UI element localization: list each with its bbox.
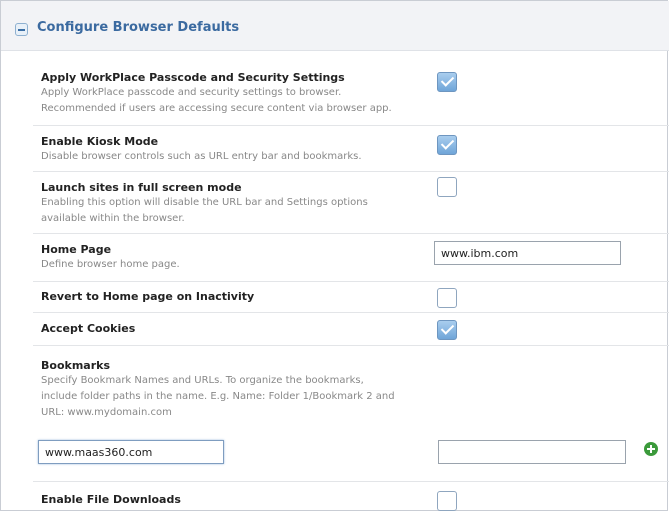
revert-checkbox[interactable]	[437, 288, 457, 308]
bookmark-name-input[interactable]	[438, 440, 626, 464]
panel-title: Configure Browser Defaults	[37, 20, 240, 35]
divider	[33, 312, 669, 313]
downloads-checkbox[interactable]	[437, 491, 457, 511]
divider	[33, 481, 669, 482]
bookmarks-setting-desc: Specify Bookmark Names and URLs. To orga…	[41, 375, 395, 418]
fullscreen-setting-desc: Enabling this option will disable the UR…	[41, 197, 368, 224]
passcode-checkbox[interactable]	[437, 72, 457, 92]
homepage-setting-desc: Define browser home page.	[41, 259, 180, 270]
panel-header[interactable]: Configure Browser Defaults	[1, 1, 669, 51]
kiosk-setting-title: Enable Kiosk Mode	[41, 135, 159, 148]
kiosk-checkbox[interactable]	[437, 135, 457, 155]
divider	[33, 345, 669, 346]
cookies-setting-title: Accept Cookies	[41, 322, 136, 335]
bookmark-url-input[interactable]	[38, 440, 224, 464]
divider	[33, 125, 669, 126]
passcode-setting-desc: Apply WorkPlace passcode and security se…	[41, 87, 392, 114]
collapse-icon[interactable]	[15, 23, 28, 36]
add-bookmark-icon[interactable]	[644, 442, 658, 456]
homepage-input[interactable]	[434, 241, 621, 265]
homepage-setting-title: Home Page	[41, 243, 112, 256]
kiosk-setting-desc: Disable browser controls such as URL ent…	[41, 151, 362, 162]
browser-defaults-panel: Configure Browser Defaults Apply WorkPla…	[0, 0, 669, 511]
divider	[33, 233, 669, 234]
fullscreen-setting-title: Launch sites in full screen mode	[41, 181, 242, 194]
cookies-checkbox[interactable]	[437, 320, 457, 340]
fullscreen-checkbox[interactable]	[437, 177, 457, 197]
revert-setting-title: Revert to Home page on Inactivity	[41, 290, 255, 303]
divider	[33, 171, 669, 172]
downloads-setting-title: Enable File Downloads	[41, 493, 181, 506]
divider	[33, 281, 669, 282]
passcode-setting-title: Apply WorkPlace Passcode and Security Se…	[41, 71, 345, 84]
bookmarks-setting-title: Bookmarks	[41, 359, 110, 372]
